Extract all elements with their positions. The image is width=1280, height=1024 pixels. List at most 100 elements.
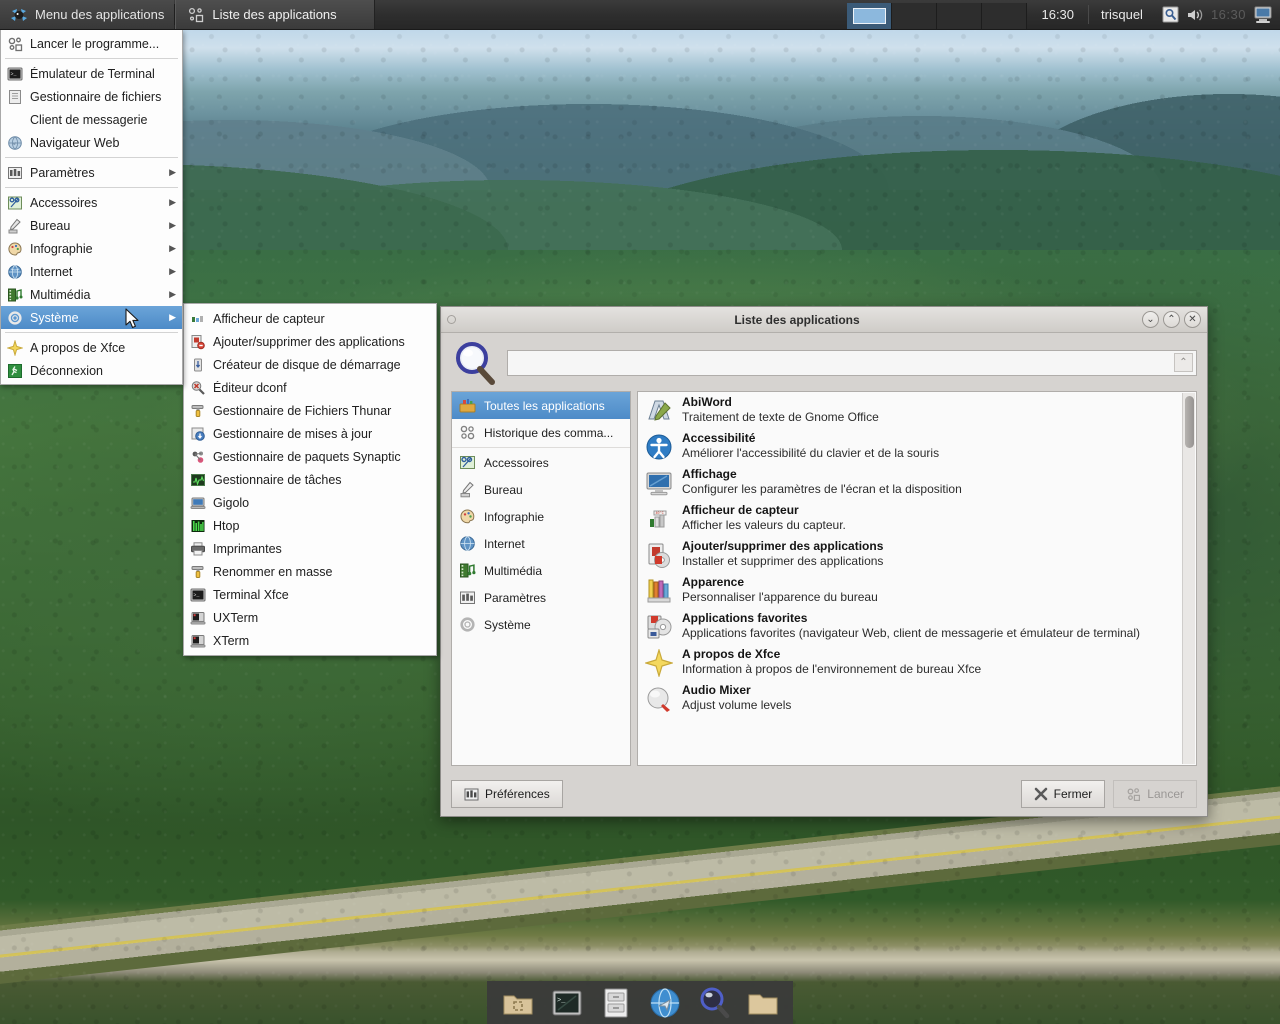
application-item[interactable]: Applications favorites Applications favo…: [638, 608, 1196, 644]
search-tray-icon[interactable]: [1162, 6, 1179, 23]
menu-item-a-propos-de-xfce[interactable]: A propos de Xfce: [1, 336, 182, 359]
category-toutes-les-applications[interactable]: Toutes les applications: [452, 392, 630, 419]
application-item[interactable]: A propos de Xfce Information à propos de…: [638, 644, 1196, 680]
category-systeme[interactable]: Système: [452, 611, 630, 638]
submenu-item-label: Gigolo: [213, 495, 250, 510]
menu-item-bureau[interactable]: Bureau ▶: [1, 214, 182, 237]
file-manager-icon[interactable]: [599, 986, 633, 1020]
window-menu-icon[interactable]: [447, 315, 456, 324]
application-item[interactable]: Affichage Configurer les paramètres de l…: [638, 464, 1196, 500]
window-titlebar[interactable]: Liste des applications ⌄ ⌃ ✕: [441, 307, 1207, 333]
application-item[interactable]: Apparence Personnaliser l'apparence du b…: [638, 572, 1196, 608]
menu-item-label: Paramètres: [30, 165, 95, 180]
chevron-up-icon[interactable]: ⌃: [1174, 353, 1193, 372]
menu-item-emulateur-de-terminal[interactable]: >_ Émulateur de Terminal: [1, 62, 182, 85]
submenu-item-gestionnaire-de-paquets-synaptic[interactable]: Gestionnaire de paquets Synaptic: [184, 445, 436, 468]
category-bureau[interactable]: Bureau: [452, 476, 630, 503]
minimize-button[interactable]: ⌄: [1142, 311, 1159, 328]
about-xfce-icon: [7, 339, 23, 356]
category-parametres[interactable]: Paramètres: [452, 584, 630, 611]
submenu-item-gestionnaire-de-mises-a-jour[interactable]: Gestionnaire de mises à jour: [184, 422, 436, 445]
workspace-switcher[interactable]: [847, 0, 1028, 29]
appfinder-magnifier-icon[interactable]: [697, 986, 731, 1020]
username-label[interactable]: trisquel: [1089, 0, 1155, 29]
terminal-icon: >_: [190, 587, 206, 603]
submenu-item-afficheur-de-capteur[interactable]: Afficheur de capteur: [184, 307, 436, 330]
category-accessoires[interactable]: Accessoires: [452, 449, 630, 476]
applications-menu-popup: Lancer le programme... >_ Émulateur de T…: [0, 30, 183, 385]
workspace-2[interactable]: [892, 2, 938, 29]
application-item[interactable]: 40°C Afficheur de capteur Afficher les v…: [638, 500, 1196, 536]
submenu-item-label: Htop: [213, 518, 240, 533]
application-description: Adjust volume levels: [682, 698, 792, 712]
submenu-item-xterm[interactable]: XTerm: [184, 629, 436, 652]
about-xfce-icon: [645, 649, 673, 677]
search-input[interactable]: [507, 350, 1197, 376]
maximize-button[interactable]: ⌃: [1163, 311, 1180, 328]
category-internet[interactable]: Internet: [452, 530, 630, 557]
scrollbar-thumb[interactable]: [1185, 396, 1194, 448]
taskbar-button-liste-des-applications[interactable]: Liste des applications: [175, 0, 376, 29]
menu-item-accessoires[interactable]: Accessoires ▶: [1, 191, 182, 214]
application-description: Applications favorites (navigateur Web, …: [682, 626, 1141, 640]
chevron-right-icon: ▶: [169, 289, 176, 299]
menu-item-lancer-le-programme[interactable]: Lancer le programme...: [1, 32, 182, 55]
category-label: Multimédia: [484, 563, 543, 578]
home-folder-icon[interactable]: [501, 986, 535, 1020]
category-historique-des-commandes[interactable]: Historique des comma...: [452, 419, 630, 446]
application-item[interactable]: Accessibilité Améliorer l'accessibilité …: [638, 428, 1196, 464]
submenu-item-gestionnaire-de-taches[interactable]: Gestionnaire de tâches: [184, 468, 436, 491]
add-remove-apps-icon: [645, 541, 673, 569]
menu-item-multimedia[interactable]: Multimédia ▶: [1, 283, 182, 306]
launch-button[interactable]: Lancer: [1113, 780, 1197, 808]
volume-icon[interactable]: [1186, 7, 1204, 23]
submenu-item-terminal-xfce[interactable]: >_ Terminal Xfce: [184, 583, 436, 606]
workspace-1[interactable]: [847, 2, 893, 29]
preferences-button[interactable]: Préférences: [451, 780, 563, 808]
application-item[interactable]: AbiWord Traitement de texte de Gnome Off…: [638, 392, 1196, 428]
submenu-item-label: Afficheur de capteur: [213, 311, 325, 326]
submenu-item-label: Terminal Xfce: [213, 587, 289, 602]
applications-menu-button[interactable]: Menu des applications: [0, 0, 175, 29]
submenu-item-editeur-dconf[interactable]: Éditeur dconf: [184, 376, 436, 399]
close-dialog-button[interactable]: Fermer: [1020, 780, 1106, 808]
submenu-item-createur-de-disque-de-demarrage[interactable]: Créateur de disque de démarrage: [184, 353, 436, 376]
submenu-item-label: Éditeur dconf: [213, 380, 287, 395]
clock[interactable]: 16:30: [1027, 0, 1088, 29]
htop-icon: [190, 518, 206, 534]
category-infographie[interactable]: Infographie: [452, 503, 630, 530]
web-browser-icon[interactable]: [648, 986, 682, 1020]
menu-item-gestionnaire-de-fichiers[interactable]: Gestionnaire de fichiers: [1, 85, 182, 108]
list-scrollbar[interactable]: [1182, 393, 1195, 764]
menu-item-deconnexion[interactable]: Déconnexion: [1, 359, 182, 382]
submenu-item-imprimantes[interactable]: Imprimantes: [184, 537, 436, 560]
category-list[interactable]: Toutes les applications Historique des c…: [451, 391, 631, 766]
menu-item-parametres[interactable]: Paramètres ▶: [1, 161, 182, 184]
folder-icon[interactable]: [746, 986, 780, 1020]
submenu-item-gigolo[interactable]: Gigolo: [184, 491, 436, 514]
submenu-item-uxterm[interactable]: UXTerm: [184, 606, 436, 629]
menu-item-client-de-messagerie[interactable]: Client de messagerie: [1, 108, 182, 131]
display-icon[interactable]: [1253, 6, 1273, 24]
submenu-item-label: Gestionnaire de Fichiers Thunar: [213, 403, 392, 418]
submenu-item-gestionnaire-de-fichiers-thunar[interactable]: Gestionnaire de Fichiers Thunar: [184, 399, 436, 422]
application-list[interactable]: AbiWord Traitement de texte de Gnome Off…: [637, 391, 1197, 766]
terminal-icon[interactable]: >_: [550, 986, 584, 1020]
workspace-3[interactable]: [937, 2, 983, 29]
menu-item-systeme[interactable]: Système ▶: [1, 306, 182, 329]
submenu-item-label: Renommer en masse: [213, 564, 333, 579]
menu-item-navigateur-web[interactable]: Navigateur Web: [1, 131, 182, 154]
close-button[interactable]: ✕: [1184, 311, 1201, 328]
application-item[interactable]: Audio Mixer Adjust volume levels: [638, 680, 1196, 716]
submenu-item-ajouter-supprimer-des-applications[interactable]: Ajouter/supprimer des applications: [184, 330, 436, 353]
application-item[interactable]: Ajouter/supprimer des applications Insta…: [638, 536, 1196, 572]
category-multimedia[interactable]: Multimédia: [452, 557, 630, 584]
workspace-4[interactable]: [982, 2, 1028, 29]
submenu-item-label: Gestionnaire de paquets Synaptic: [213, 449, 401, 464]
settings-icon: [459, 589, 476, 606]
menu-item-internet[interactable]: Internet ▶: [1, 260, 182, 283]
submenu-item-renommer-en-masse[interactable]: Renommer en masse: [184, 560, 436, 583]
submenu-item-htop[interactable]: Htop: [184, 514, 436, 537]
mail-icon: [7, 112, 23, 128]
menu-item-infographie[interactable]: Infographie ▶: [1, 237, 182, 260]
